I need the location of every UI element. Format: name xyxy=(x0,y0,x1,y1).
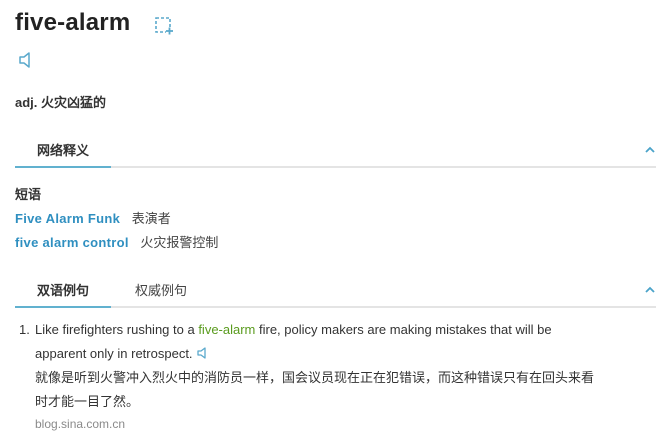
phrase-translation: 火灾报警控制 xyxy=(140,235,219,250)
examples-tabbar: 双语例句 权威例句 xyxy=(15,282,656,308)
example-source[interactable]: blog.sina.com.cn xyxy=(35,417,125,431)
example-text: apparent only in retrospect. xyxy=(35,346,193,361)
example-cn-line1: 就像是听到火警冲入烈火中的消防员一样，国会议员现在正在犯错误，而这种错误只有在回… xyxy=(35,370,595,385)
tab-authoritative-examples[interactable]: 权威例句 xyxy=(129,282,193,306)
add-to-wordbook-icon[interactable] xyxy=(154,16,174,36)
example-en-line2: apparent only in retrospect. xyxy=(19,342,639,366)
example-en-line1: 1. Like firefighters rushing to a five-al… xyxy=(19,318,639,342)
speaker-icon[interactable] xyxy=(17,51,35,69)
phrase-item: Five Alarm Funk 表演者 xyxy=(15,208,171,227)
web-definition-tabbar: 网络释义 xyxy=(15,142,656,168)
chevron-up-icon[interactable] xyxy=(644,144,656,156)
phrase-item: five alarm control 火灾报警控制 xyxy=(15,232,218,251)
example-sentence: 1. Like firefighters rushing to a five-al… xyxy=(19,318,639,414)
tab-bilingual-examples[interactable]: 双语例句 xyxy=(15,282,111,308)
tab-web-definition[interactable]: 网络释义 xyxy=(15,142,111,168)
example-text: fire, policy makers are making mistakes … xyxy=(255,322,552,337)
phrase-heading: 短语 xyxy=(15,187,42,202)
speaker-icon[interactable] xyxy=(196,346,210,360)
example-text: Like firefighters rushing to a xyxy=(35,322,199,337)
example-cn-line2: 时才能一目了然。 xyxy=(35,394,140,409)
phrase-link[interactable]: five alarm control xyxy=(15,235,129,250)
phrase-translation: 表演者 xyxy=(131,211,171,226)
chevron-up-icon[interactable] xyxy=(644,284,656,296)
definition: adj. 火灾凶猛的 xyxy=(15,95,107,110)
example-number: 1. xyxy=(19,322,30,337)
example-highlight: five-alarm xyxy=(198,322,256,337)
headword: five-alarm xyxy=(15,9,131,36)
phrase-link[interactable]: Five Alarm Funk xyxy=(15,211,120,226)
